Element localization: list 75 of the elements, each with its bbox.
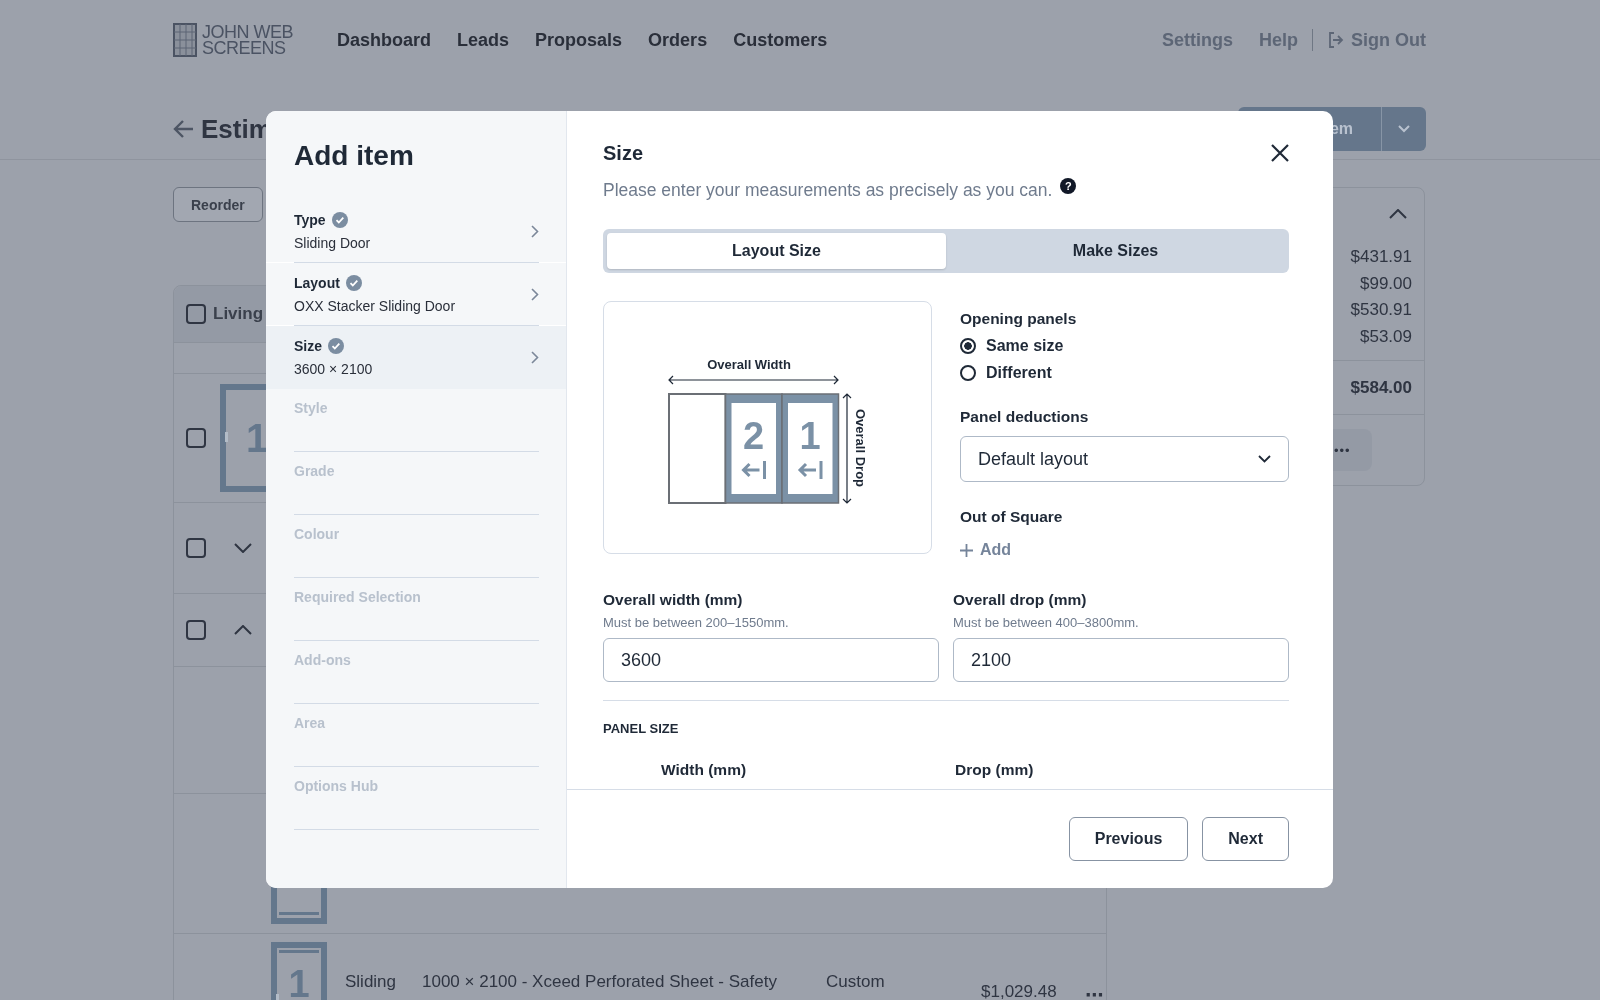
add-link[interactable]: Add bbox=[960, 541, 1012, 559]
dialog-title: Add item bbox=[294, 140, 415, 172]
table-cell-text: Custom bbox=[826, 972, 886, 992]
field-label: Panel deductions bbox=[960, 408, 1090, 426]
dimension-label: Overall Drop bbox=[853, 409, 868, 487]
panel-number: 1 bbox=[246, 416, 269, 460]
nav-link[interactable]: Proposals bbox=[535, 29, 623, 51]
input-field[interactable]: 2100 bbox=[953, 638, 1289, 682]
amount: $530.91 bbox=[1350, 299, 1412, 322]
total-amount: $584.00 bbox=[1350, 377, 1412, 398]
nav-link[interactable]: Leads bbox=[457, 29, 510, 51]
checkbox[interactable] bbox=[186, 304, 206, 324]
help-icon[interactable]: ? bbox=[1060, 178, 1077, 194]
section-title: Size bbox=[603, 141, 644, 165]
chevron-up-icon[interactable] bbox=[1389, 209, 1407, 219]
amount: $431.91 bbox=[1350, 246, 1412, 268]
section-heading: PANEL SIZE bbox=[603, 721, 680, 736]
back-arrow-icon[interactable] bbox=[173, 119, 195, 139]
group-title: Living bbox=[213, 304, 264, 324]
select-field[interactable]: Default layout bbox=[960, 436, 1289, 482]
checkbox[interactable] bbox=[186, 428, 206, 448]
footer-button[interactable]: Next bbox=[1202, 817, 1289, 861]
radio-label[interactable]: Different bbox=[986, 364, 1052, 382]
caret-icon bbox=[1397, 125, 1411, 133]
item-price: $1,029.48 bbox=[981, 982, 1058, 1000]
field-label: Opening panels bbox=[960, 310, 1078, 328]
chevron-down-icon[interactable] bbox=[234, 543, 252, 553]
field-hint: Must be between 200–1550mm. bbox=[603, 615, 790, 630]
footer-button[interactable]: Previous bbox=[1068, 817, 1189, 861]
field-label: Overall width (mm) bbox=[603, 591, 744, 609]
radio-label[interactable]: Same size bbox=[986, 337, 1064, 355]
logo-icon bbox=[173, 23, 197, 57]
tab[interactable]: Layout Size bbox=[607, 233, 946, 269]
reorder-button[interactable]: Reorder bbox=[173, 187, 263, 222]
amount: $53.09 bbox=[1360, 325, 1412, 348]
check-circle-icon bbox=[345, 275, 362, 291]
checkbox[interactable] bbox=[186, 538, 206, 558]
field-label: Drop (mm) bbox=[955, 761, 1035, 779]
amount: $99.00 bbox=[1360, 272, 1412, 295]
input-field[interactable]: 3600 bbox=[603, 638, 939, 682]
caret-icon bbox=[1258, 455, 1271, 463]
step-item[interactable]: Layout OXX Stacker Sliding Door bbox=[266, 263, 566, 326]
chevron-right-icon bbox=[531, 351, 539, 364]
field-label: Out of Square bbox=[960, 508, 1064, 526]
door-drawing bbox=[271, 942, 327, 1000]
item-description: 1000 × 2100 - Xceed Perforated Sheet - Safety bbox=[422, 972, 778, 992]
step-item[interactable]: Size 3600 × 2100 bbox=[266, 326, 566, 389]
field-label: Overall drop (mm) bbox=[953, 591, 1088, 609]
radio-button[interactable] bbox=[960, 338, 976, 354]
item-type: Sliding bbox=[345, 972, 398, 992]
checkbox[interactable] bbox=[186, 620, 206, 640]
panel-number: 1 bbox=[288, 963, 310, 1000]
logo-text: JOHN WEB bbox=[202, 24, 293, 40]
chevron-right-icon bbox=[531, 288, 539, 301]
close-icon[interactable] bbox=[1271, 144, 1289, 162]
plus-icon bbox=[960, 543, 973, 557]
field-hint: Must be between 400–3800mm. bbox=[953, 615, 1140, 630]
nav-link[interactable]: Orders bbox=[648, 29, 708, 51]
logo-text: SCREENS bbox=[202, 40, 287, 56]
tab[interactable]: Make Sizes bbox=[946, 233, 1285, 269]
nav-link[interactable]: Customers bbox=[733, 29, 828, 51]
sign-out-icon bbox=[1327, 31, 1345, 49]
dimension-label: Overall Width bbox=[707, 357, 791, 372]
field-label: Width (mm) bbox=[661, 761, 748, 779]
nav-link[interactable]: Dashboard bbox=[337, 29, 432, 51]
chevron-right-icon bbox=[531, 225, 539, 238]
more-menu[interactable]: ⋯ bbox=[1085, 984, 1103, 1000]
instruction-text: Please enter your measurements as precisely as you can. bbox=[603, 179, 1053, 201]
check-circle-icon bbox=[328, 338, 344, 354]
radio-button[interactable] bbox=[960, 365, 976, 381]
step-item[interactable]: Type Sliding Door bbox=[266, 200, 566, 263]
check-circle-icon bbox=[331, 212, 348, 228]
panel-number: 1 bbox=[799, 415, 821, 457]
panel-number: 2 bbox=[742, 415, 765, 457]
chevron-up-icon[interactable] bbox=[234, 625, 252, 635]
